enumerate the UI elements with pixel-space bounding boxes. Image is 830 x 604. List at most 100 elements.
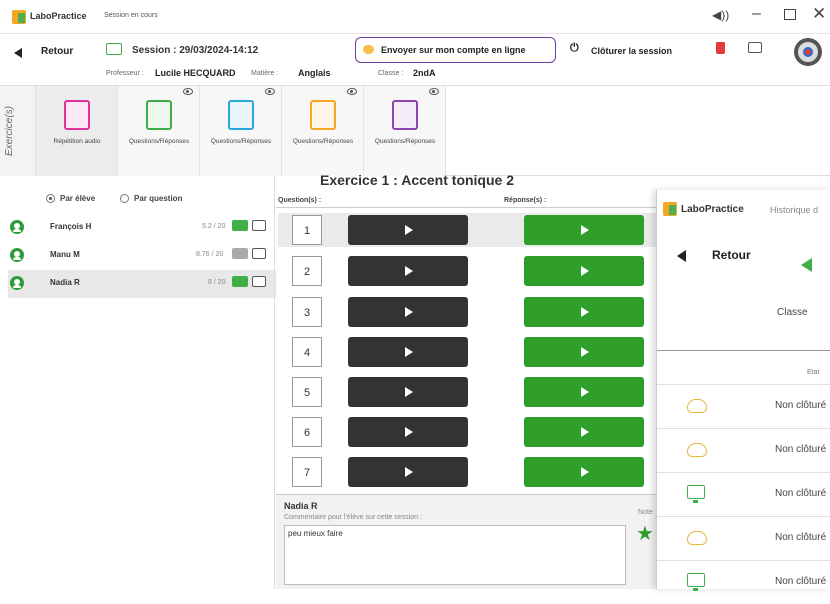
history-row[interactable]: Non clôturé <box>657 384 830 428</box>
printer-icon[interactable] <box>252 220 266 231</box>
comment-icon[interactable] <box>232 276 248 287</box>
trash-icon[interactable] <box>716 42 725 54</box>
settings-avatar-icon[interactable] <box>794 38 822 66</box>
state-column-header: Etat <box>807 369 820 376</box>
star-rating-icon[interactable]: ★ <box>636 521 654 546</box>
history-status: Non clôturé <box>775 444 827 455</box>
student-score: 8.76 / 20 <box>196 251 224 258</box>
cloud-upload-icon <box>363 45 374 54</box>
question-number: 4 <box>292 337 322 367</box>
question-number: 6 <box>292 417 322 447</box>
question-row[interactable]: 2 <box>286 254 656 288</box>
eye-icon[interactable] <box>347 88 357 95</box>
exercise-strip: Exercice(s) Répétition audio Questions/R… <box>0 86 830 176</box>
history-row[interactable]: Non clôturé <box>657 472 830 516</box>
history-row[interactable]: Non clôturé <box>657 516 830 560</box>
question-row[interactable]: 4 <box>286 335 656 369</box>
question-play-button[interactable] <box>348 377 468 407</box>
play-icon <box>405 387 413 397</box>
answer-play-button[interactable] <box>524 457 644 487</box>
comment-panel: Nadia R Commentaire pour l'élève sur cet… <box>276 494 656 589</box>
question-play-button[interactable] <box>348 215 468 245</box>
exercise-card-label: Questions/Réponses <box>210 138 272 145</box>
close-session-button[interactable]: Clôturer la session <box>591 46 672 56</box>
history-back-button[interactable]: Retour <box>712 248 751 262</box>
exercise-card-label: Questions/Réponses <box>374 138 436 145</box>
history-row[interactable]: Non clôturé <box>657 428 830 472</box>
cloud-icon <box>687 531 707 545</box>
question-row[interactable]: 3 <box>286 295 656 329</box>
question-row[interactable]: 1 <box>286 213 656 247</box>
play-icon <box>405 225 413 235</box>
exercise-card-label: Questions/Réponses <box>128 138 190 145</box>
answer-play-button[interactable] <box>524 377 644 407</box>
answer-play-button[interactable] <box>524 337 644 367</box>
maximize-icon[interactable] <box>784 9 796 20</box>
header-divider <box>276 207 656 208</box>
question-play-button[interactable] <box>348 417 468 447</box>
question-number: 2 <box>292 256 322 286</box>
play-icon <box>405 307 413 317</box>
history-status: Non clôturé <box>775 400 827 411</box>
student-row[interactable]: François H 5.2 / 20 <box>10 214 270 242</box>
exercise-card-label: Questions/Réponses <box>292 138 354 145</box>
eye-icon[interactable] <box>429 88 439 95</box>
student-score: 5.2 / 20 <box>202 223 226 230</box>
exercise-card-1[interactable]: Répétition audio <box>36 86 118 176</box>
question-row[interactable]: 6 <box>286 415 656 449</box>
exercise-card-2[interactable]: Questions/Réponses <box>118 86 200 176</box>
printer-icon[interactable] <box>748 42 762 53</box>
question-play-button[interactable] <box>348 457 468 487</box>
minimize-icon[interactable]: – <box>752 5 761 23</box>
professor-prefix: Professeur : <box>106 70 144 77</box>
question-play-button[interactable] <box>348 297 468 327</box>
printer-icon[interactable] <box>252 276 266 287</box>
question-play-button[interactable] <box>348 256 468 286</box>
send-online-button[interactable]: Envoyer sur mon compte en ligne <box>355 37 556 63</box>
printer-icon[interactable] <box>252 248 266 259</box>
play-icon <box>405 467 413 477</box>
exercise-card-4[interactable]: Questions/Réponses <box>282 86 364 176</box>
radio-by-student-label: Par élève <box>60 194 96 203</box>
green-back-arrow-icon[interactable] <box>801 258 812 272</box>
video-icon <box>228 100 254 130</box>
exercise-card-5[interactable]: Questions/Réponses <box>364 86 446 176</box>
comment-textarea[interactable]: peu mieux faire <box>284 525 626 585</box>
comment-icon[interactable] <box>232 220 248 231</box>
eye-icon[interactable] <box>265 88 275 95</box>
comment-student-name: Nadia R <box>284 501 318 511</box>
cloud-icon <box>687 443 707 457</box>
answers-column-header: Réponse(s) : <box>504 197 547 204</box>
answer-play-button[interactable] <box>524 297 644 327</box>
play-icon <box>581 427 589 437</box>
back-arrow-icon[interactable] <box>677 250 686 262</box>
radio-by-question[interactable] <box>120 194 129 203</box>
question-row[interactable]: 7 <box>286 455 656 489</box>
eye-icon[interactable] <box>183 88 193 95</box>
student-avatar-icon <box>10 220 24 234</box>
student-row[interactable]: Nadia R 8 / 20 <box>10 270 270 298</box>
close-icon[interactable]: ✕ <box>812 4 826 24</box>
radio-by-student[interactable] <box>46 194 55 203</box>
question-number: 5 <box>292 377 322 407</box>
volume-icon[interactable]: ◀)) <box>712 8 729 22</box>
history-app-name: LaboPractice <box>681 204 744 215</box>
answer-play-button[interactable] <box>524 215 644 245</box>
exercise-card-3[interactable]: Questions/Réponses <box>200 86 282 176</box>
history-status: Non clôturé <box>775 576 827 587</box>
comment-icon[interactable] <box>232 248 248 259</box>
back-button[interactable]: Retour <box>41 46 73 57</box>
back-arrow-icon[interactable] <box>14 48 22 58</box>
student-row[interactable]: Manu M 8.76 / 20 <box>10 242 270 270</box>
question-row[interactable]: 5 <box>286 375 656 409</box>
question-play-button[interactable] <box>348 337 468 367</box>
answer-play-button[interactable] <box>524 417 644 447</box>
play-icon <box>581 467 589 477</box>
music-file-icon <box>64 100 90 130</box>
subject-prefix: Matière : <box>251 70 279 77</box>
history-row[interactable]: Non clôturé <box>657 560 830 604</box>
document-icon <box>146 100 172 130</box>
send-online-label: Envoyer sur mon compte en ligne <box>381 45 526 55</box>
student-name: François H <box>50 222 92 231</box>
answer-play-button[interactable] <box>524 256 644 286</box>
